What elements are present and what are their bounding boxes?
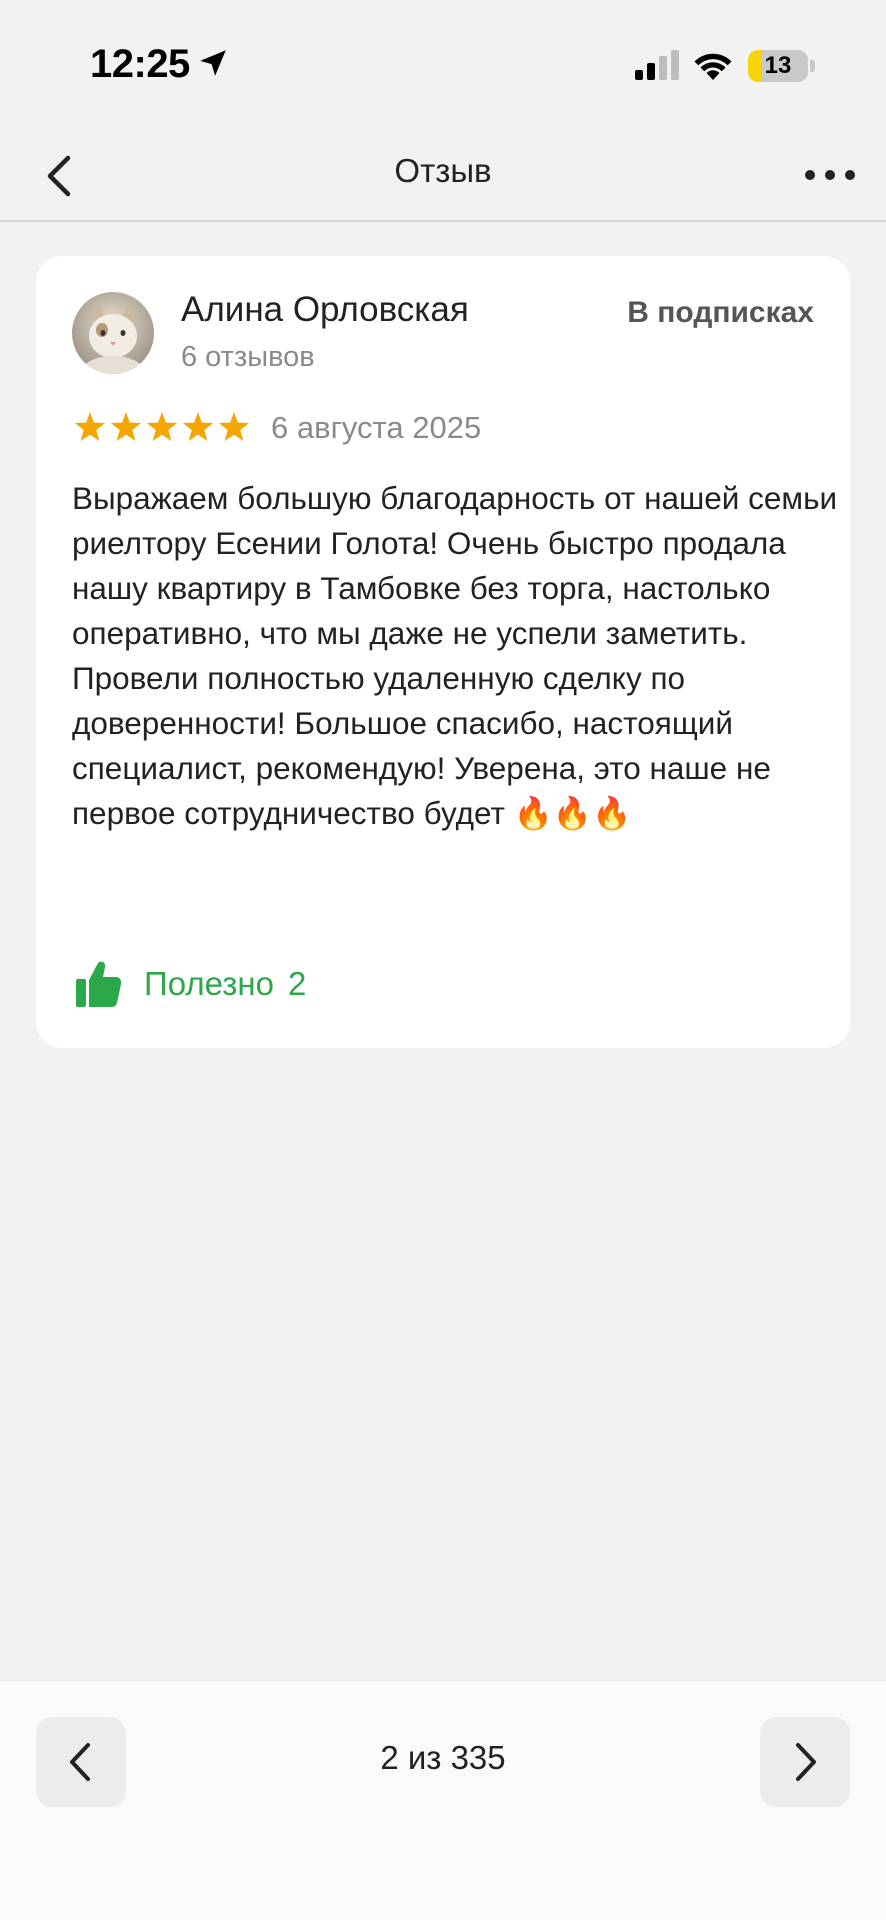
star-icon (218, 412, 250, 441)
author-name[interactable]: Алина Орловская (181, 290, 469, 330)
pager-bar: 2 из 335 (0, 1680, 886, 1920)
helpful-label: Полезно (144, 965, 274, 1002)
review-card: Алина Орловская 6 отзывов В подписках 6 … (36, 256, 850, 1048)
review-text: Выражаем большую благодарность от нашей … (72, 480, 846, 831)
chevron-right-icon (796, 1743, 816, 1781)
star-icon (74, 412, 106, 441)
thumbs-up-icon (76, 961, 122, 1007)
helpful-button[interactable]: Полезно 2 (74, 956, 306, 1012)
subscription-status-button[interactable]: В подписках (627, 296, 814, 330)
cellular-signal-icon (635, 50, 679, 80)
helpful-count: 2 (287, 965, 307, 1002)
status-bar: 12:25 13 (0, 0, 886, 130)
cat-avatar-image (72, 292, 154, 374)
battery-level: 13 (764, 52, 792, 79)
location-arrow-icon (200, 50, 226, 76)
pager-position: 2 из 335 (380, 1739, 506, 1776)
navigation-header: Отзыв (0, 130, 886, 222)
page-title: Отзыв (394, 152, 492, 189)
more-options-button[interactable] (800, 150, 860, 200)
battery-icon: 13 (748, 50, 808, 82)
author-reviews-count: 6 отзывов (181, 341, 315, 373)
star-icon (146, 412, 178, 441)
author-avatar[interactable] (72, 292, 154, 374)
battery-tip (810, 60, 815, 72)
wifi-icon (694, 53, 732, 80)
star-rating (74, 412, 250, 441)
more-dots-icon (805, 170, 855, 180)
review-date: 6 августа 2025 (271, 410, 482, 445)
star-icon (182, 412, 214, 441)
status-time: 12:25 (90, 42, 190, 86)
next-review-button[interactable] (760, 1717, 850, 1807)
star-icon (110, 412, 142, 441)
